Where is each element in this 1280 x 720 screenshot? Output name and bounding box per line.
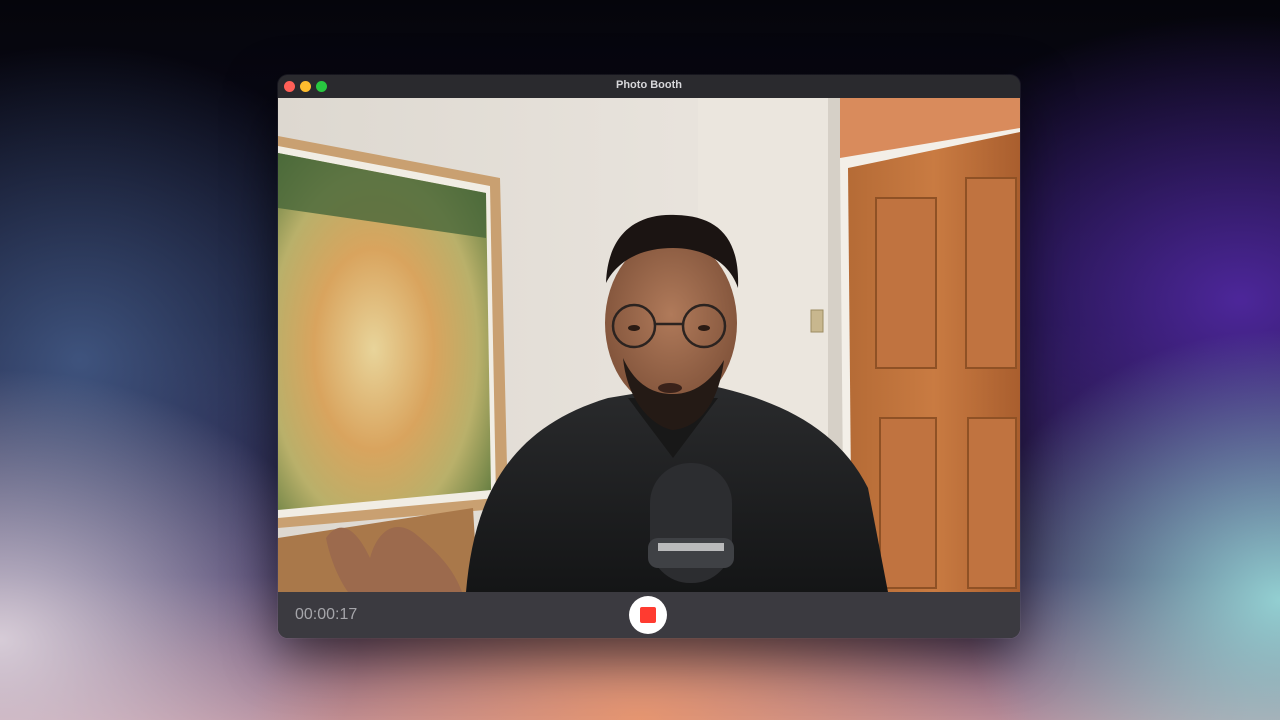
desktop-background: Photo Booth 00:00:17 xyxy=(0,0,1280,720)
stop-square-icon xyxy=(640,607,656,623)
window-title: Photo Booth xyxy=(616,79,682,91)
recording-timer: 00:00:17 xyxy=(295,606,358,623)
recording-controls-bar: 00:00:17 xyxy=(278,592,1020,638)
title-bar[interactable]: Photo Booth xyxy=(278,75,1020,99)
photo-booth-window: Photo Booth 00:00:17 xyxy=(278,75,1020,638)
camera-preview xyxy=(278,98,1020,592)
stop-recording-button[interactable] xyxy=(629,596,667,634)
camera-feed-illustration xyxy=(278,98,1020,592)
